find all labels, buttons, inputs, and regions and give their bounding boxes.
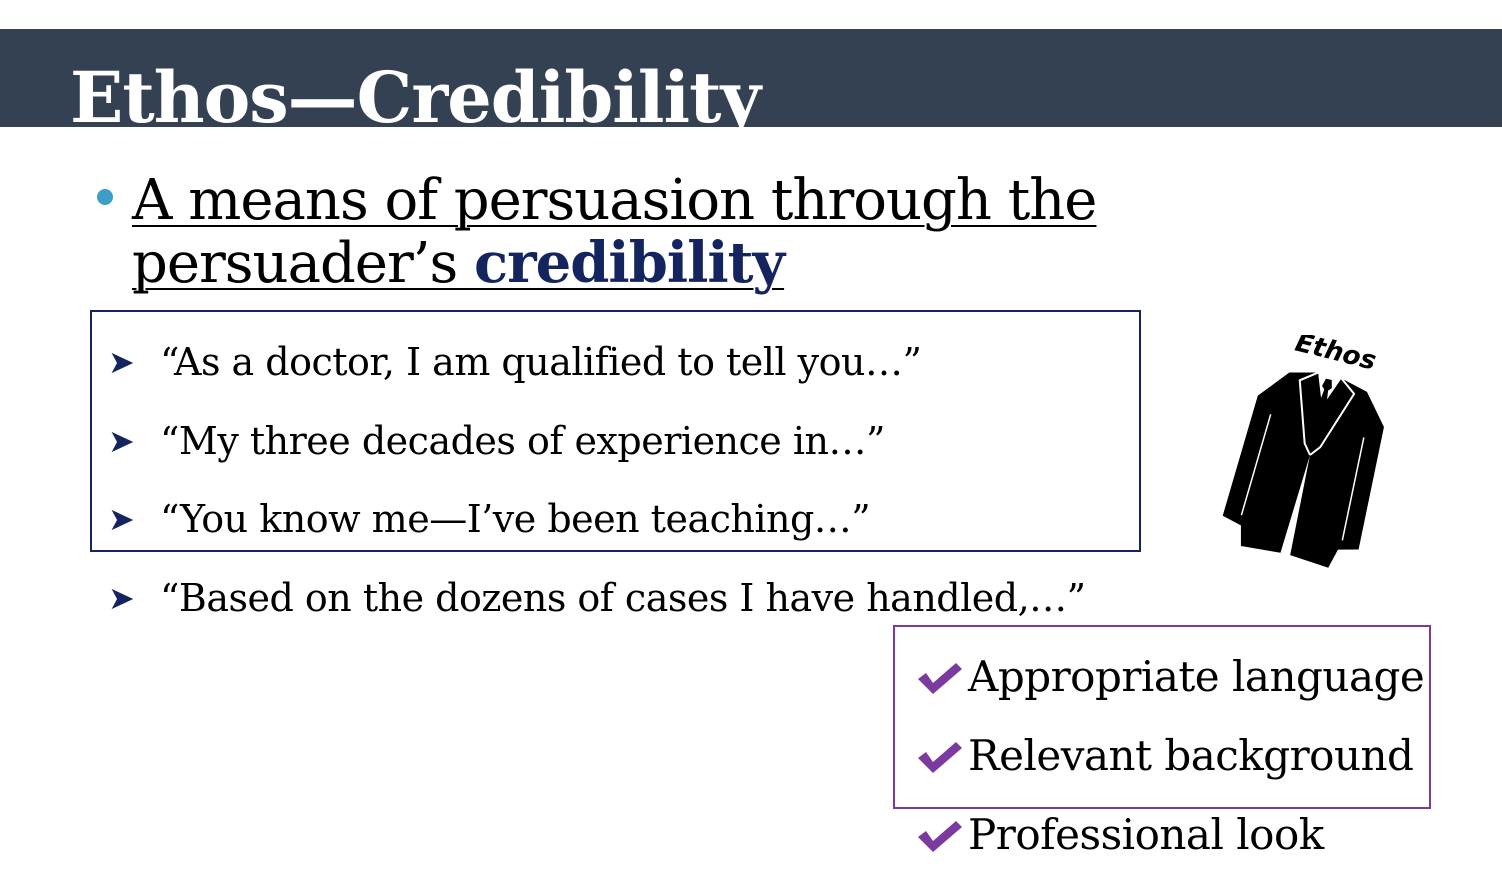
suit-label: Ethos <box>1292 335 1379 377</box>
checkmark-icon <box>918 742 962 773</box>
main-bullet-line-2: persuader’s credibility <box>132 232 1132 295</box>
checkmark-icon <box>918 821 962 852</box>
arrow-bullet-icon: ➤ <box>108 343 135 381</box>
checklist-text: Relevant background <box>968 731 1414 780</box>
main-bullet-line-2-prefix: persuader’s <box>132 231 475 296</box>
checklist-text: Appropriate language <box>968 652 1425 701</box>
bullet-dot-icon <box>97 189 113 205</box>
main-bullet-line-1: A means of persuasion through the <box>132 168 1097 233</box>
quote-item: ➤ “As a doctor, I am qualified to tell yo… <box>108 340 922 384</box>
suit-icon: Ethos <box>1222 335 1384 568</box>
slide-title: Ethos—Credibility <box>70 56 761 139</box>
checkmark-icon <box>918 663 962 694</box>
quote-text: “You know me—I’ve been teaching…” <box>160 497 871 541</box>
checklist-item: Professional look <box>916 811 1324 859</box>
checklist-item: Relevant background <box>916 731 1414 780</box>
arrow-bullet-icon: ➤ <box>108 579 135 617</box>
checklist-item: Appropriate language <box>916 652 1425 701</box>
quote-item: ➤ “Based on the dozens of cases I have ha… <box>108 576 1086 620</box>
credibility-emphasis: credibility <box>474 230 785 296</box>
quote-text: “My three decades of experience in…” <box>160 419 885 463</box>
main-bullet: A means of persuasion through the persua… <box>132 170 1132 295</box>
title-bar: Ethos—Credibility <box>0 29 1502 139</box>
slide: Ethos—Credibility A means of persuasion … <box>0 0 1502 889</box>
quote-text: “As a doctor, I am qualified to tell you… <box>160 340 922 384</box>
arrow-bullet-icon: ➤ <box>108 500 135 538</box>
checklist-text: Professional look <box>968 810 1324 859</box>
arrow-bullet-icon: ➤ <box>108 422 135 460</box>
quote-item: ➤ “You know me—I’ve been teaching…” <box>108 497 871 541</box>
quote-text: “Based on the dozens of cases I have han… <box>160 576 1086 620</box>
quote-item: ➤ “My three decades of experience in…” <box>108 419 885 463</box>
